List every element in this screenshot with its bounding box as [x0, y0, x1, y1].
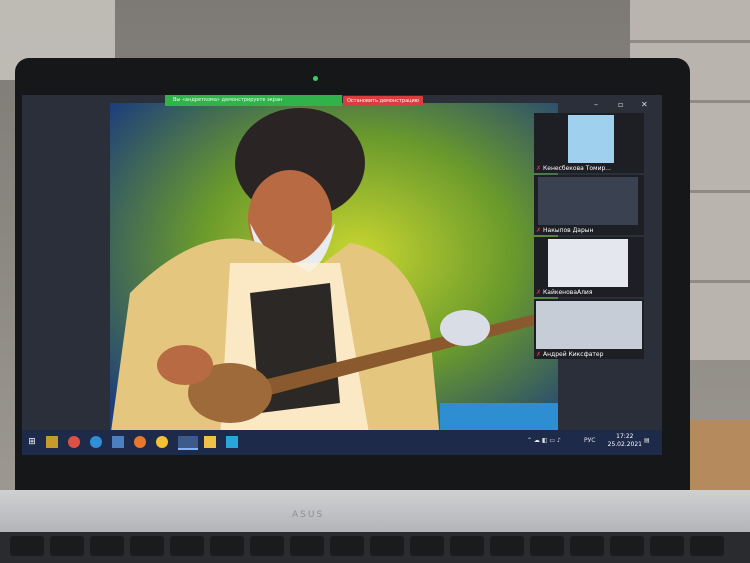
participant-tile[interactable]: ✗ Накыпов Дарын [534, 175, 644, 235]
participant-video [548, 239, 628, 287]
participant-name: Накыпов Дарын [543, 227, 594, 234]
minimize-icon[interactable]: – [594, 100, 598, 109]
participant-video [536, 301, 642, 349]
screen-share-status-bar: Вы «андреткома» демонстрируете экран [165, 95, 342, 106]
participant-tile[interactable]: ✗ Кенесбекова Томир... [534, 113, 644, 173]
taskbar: ⊞ ⌃ ☁ ◧ ▭ ♪ РУС 17:22 25.02.2021 ▤ [22, 430, 662, 455]
stop-share-button[interactable]: Остановить демонстрацию [343, 96, 423, 106]
language-indicator[interactable]: РУС [584, 437, 595, 444]
participant-tile[interactable]: ✗ КайкеноваАлия [534, 237, 644, 297]
laptop-screen: Вы «андреткома» демонстрируете экран Ост… [22, 95, 662, 455]
notifications-icon[interactable]: ▤ [644, 437, 650, 444]
keyboard [0, 532, 750, 563]
participant-name: Кенесбекова Томир... [543, 165, 611, 172]
participants-panel: ✗ Кенесбекова Томир... ✗ Накыпов Дарын ✗ Ка… [534, 113, 644, 363]
store-icon[interactable] [112, 436, 124, 448]
participant-name: Андрей Киксфатер [543, 351, 604, 358]
app-icon[interactable] [156, 436, 168, 448]
participant-tile[interactable]: ✗ Андрей Киксфатер [534, 299, 644, 359]
muted-mic-icon: ✗ [536, 351, 542, 358]
windows-start-icon[interactable]: ⊞ [26, 436, 38, 448]
chrome-icon[interactable] [68, 436, 80, 448]
edge-icon[interactable] [90, 436, 102, 448]
muted-mic-icon: ✗ [536, 289, 542, 296]
laptop-brand-logo: ASUS [292, 510, 325, 520]
participant-name: КайкеноваАлия [543, 289, 593, 296]
taskbar-clock[interactable]: 17:22 25.02.2021 [608, 433, 642, 449]
participant-video [538, 177, 638, 225]
muted-mic-icon: ✗ [536, 165, 542, 172]
maximize-icon[interactable]: ▫ [618, 100, 623, 109]
webcam-light [313, 76, 318, 81]
participant-video [568, 115, 614, 163]
file-explorer-icon[interactable] [46, 436, 58, 448]
zoom-icon[interactable] [178, 436, 198, 450]
firefox-icon[interactable] [134, 436, 146, 448]
media-icon[interactable] [226, 436, 238, 448]
chat-icon[interactable] [204, 436, 216, 448]
close-icon[interactable]: ✕ [641, 100, 648, 109]
tray-icons[interactable]: ⌃ ☁ ◧ ▭ ♪ [527, 437, 561, 444]
shared-painting-akyn-with-dombra [110, 103, 558, 439]
muted-mic-icon: ✗ [536, 227, 542, 234]
